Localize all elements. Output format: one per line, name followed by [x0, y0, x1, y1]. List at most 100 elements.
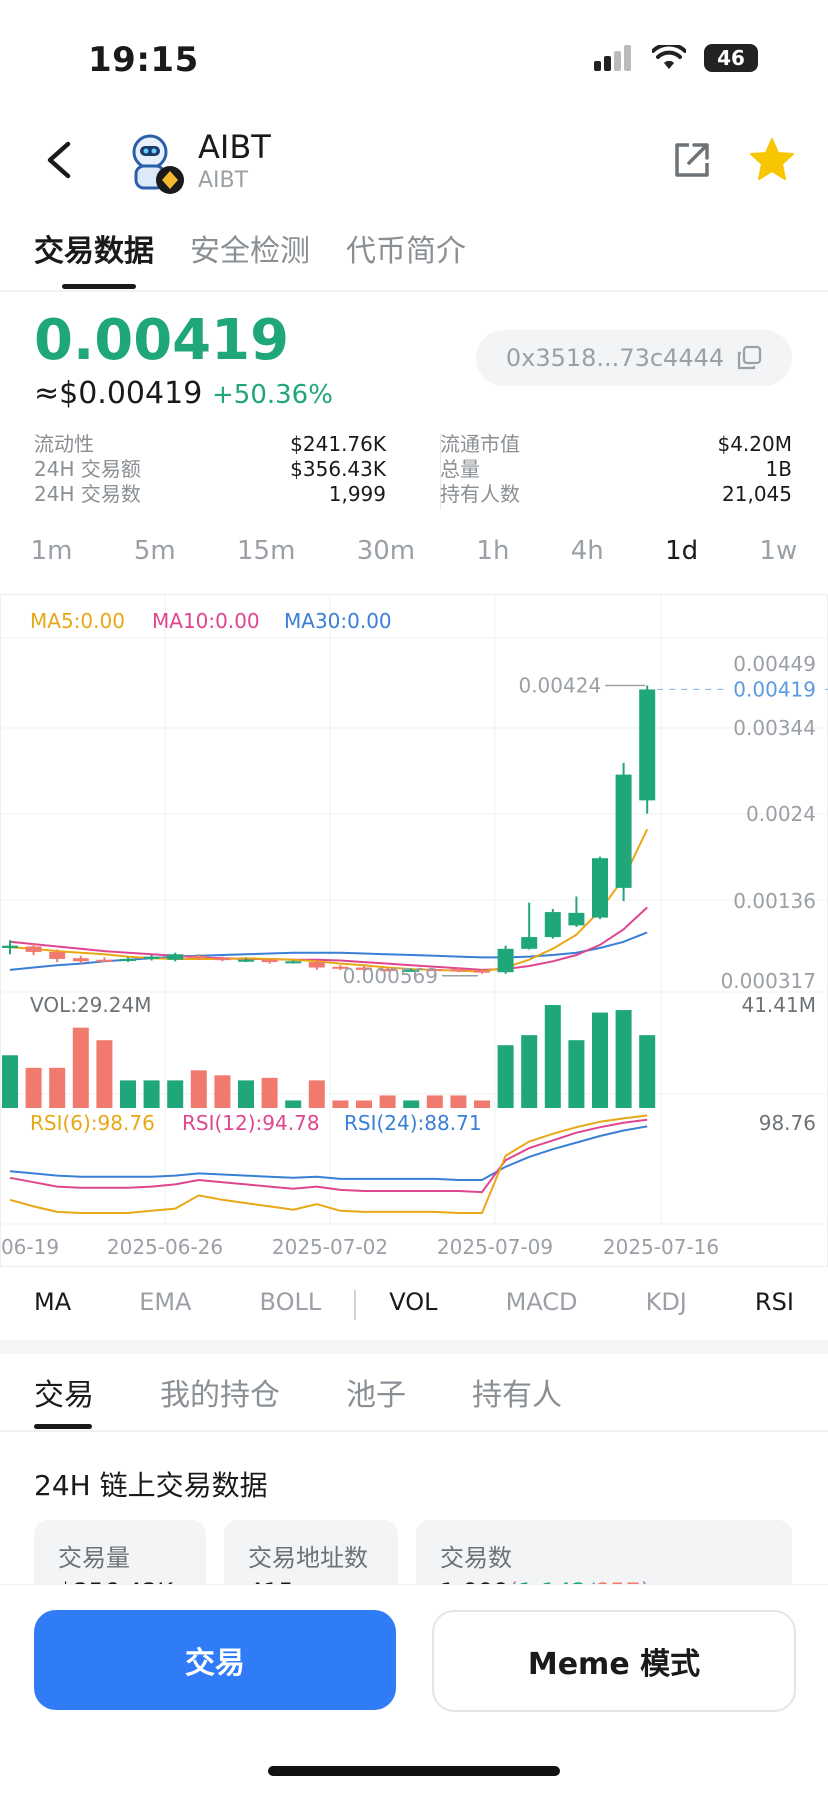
- candle-body: [120, 958, 136, 961]
- candle-body: [285, 961, 302, 964]
- price-usd: ≈$0.00419: [34, 376, 203, 411]
- price-change: +50.36%: [212, 380, 333, 410]
- section-spacer: [0, 1340, 828, 1354]
- tab-security-check[interactable]: 安全检测: [190, 226, 310, 270]
- divider: [0, 1430, 828, 1432]
- interval-1m[interactable]: 1m: [31, 536, 73, 566]
- stat-row: 流通市值 $4.20M: [440, 432, 792, 457]
- x-tick-label: 2025-07-09: [437, 1235, 553, 1259]
- tab-token-intro[interactable]: 代币简介: [346, 226, 466, 270]
- chart-frame: [0, 594, 828, 1267]
- token-name: AIBT: [198, 128, 271, 166]
- copy-icon[interactable]: [736, 345, 762, 371]
- candle-body: [308, 962, 325, 968]
- volume-bar: [96, 1040, 113, 1108]
- indicator-vol[interactable]: VOL: [389, 1288, 437, 1316]
- stat-row: 持有人数 21,045: [440, 482, 792, 507]
- token-symbol: AIBT: [198, 168, 249, 193]
- indicator-boll[interactable]: BOLL: [260, 1288, 322, 1316]
- stat-row: 24H 交易额 $356.43K: [34, 457, 386, 482]
- candle-body: [143, 956, 160, 959]
- favorite-star-icon[interactable]: [748, 136, 796, 184]
- stat-value: 1,999: [328, 482, 386, 506]
- stat-label: 流动性: [34, 432, 94, 456]
- volume-bar: [403, 1100, 420, 1108]
- interval-15m[interactable]: 15m: [237, 536, 295, 566]
- stat-value: 1B: [765, 457, 792, 481]
- price-axis-label: 0.00136: [733, 889, 816, 913]
- interval-1d[interactable]: 1d: [665, 536, 698, 566]
- interval-5m[interactable]: 5m: [134, 536, 176, 566]
- kline-chart[interactable]: MA5:0.00 MA10:0.00 MA30:0.00 0.00449 0.00344…: [0, 594, 828, 1268]
- card-label: 交易地址数: [248, 1544, 368, 1572]
- section-title: 24H 链上交易数据: [34, 1469, 268, 1502]
- volume-bar: [568, 1040, 585, 1108]
- ma-legend-item: MA10:0.00: [152, 609, 260, 633]
- volume-bar: [261, 1077, 278, 1108]
- bottom-tab-bar: 交易 我的持仓 池子 持有人: [34, 1370, 562, 1414]
- volume-bar: [592, 1012, 608, 1108]
- candle-body: [521, 937, 538, 949]
- ma-legend-item: MA5:0.00: [30, 609, 125, 633]
- vol-axis-max: 41.41M: [741, 993, 816, 1017]
- volume-bar: [308, 1080, 325, 1108]
- interval-selector: 1m 5m 15m 30m 1h 4h 1d 1w: [0, 536, 828, 566]
- indicator-bar: MA EMA BOLL VOL MACD KDJ RSI: [0, 1288, 828, 1316]
- stats-right: 流通市值 $4.20M 总量 1B 持有人数 21,045: [440, 432, 792, 507]
- stat-row: 24H 交易数 1,999: [34, 482, 386, 507]
- candle-body: [474, 970, 490, 973]
- x-tick-label: 06-19: [1, 1235, 59, 1259]
- volume-bar: [521, 1035, 538, 1108]
- price-axis-label: 0.00449: [733, 652, 816, 676]
- top-tab-bar: 交易数据 安全检测 代币简介: [34, 226, 466, 270]
- volume-bar: [2, 1055, 18, 1108]
- indicator-separator: [354, 1290, 356, 1320]
- price-value: 0.00419: [34, 308, 290, 373]
- tab-my-holdings[interactable]: 我的持仓: [160, 1370, 280, 1414]
- indicator-ema[interactable]: EMA: [139, 1288, 191, 1316]
- candle-body: [615, 774, 632, 888]
- card-label: 交易量: [58, 1544, 130, 1572]
- interval-4h[interactable]: 4h: [571, 536, 604, 566]
- indicator-ma[interactable]: MA: [34, 1288, 71, 1316]
- stat-value: $4.20M: [717, 432, 792, 456]
- card-label: 交易数: [440, 1544, 512, 1572]
- share-icon[interactable]: [672, 140, 712, 180]
- back-icon[interactable]: [40, 138, 80, 182]
- candle-body: [96, 959, 113, 962]
- meme-mode-button[interactable]: Meme 模式: [432, 1610, 796, 1712]
- stat-value: $356.43K: [290, 457, 386, 481]
- stat-row: 总量 1B: [440, 457, 792, 482]
- candle-body: [497, 948, 514, 973]
- candle-body: [214, 958, 231, 961]
- indicator-rsi[interactable]: RSI: [755, 1288, 794, 1316]
- volume-bar: [639, 1035, 656, 1108]
- indicator-kdj[interactable]: KDJ: [646, 1288, 687, 1316]
- tab-trade-data[interactable]: 交易数据: [34, 226, 154, 270]
- volume-bar: [214, 1075, 231, 1108]
- trade-button[interactable]: 交易: [34, 1610, 396, 1710]
- tab-trade[interactable]: 交易: [34, 1370, 94, 1414]
- volume-bar: [285, 1100, 302, 1108]
- candle-body: [544, 912, 561, 938]
- candle-body: [167, 954, 184, 960]
- battery-icon: 46: [704, 44, 758, 72]
- volume-bar: [474, 1100, 490, 1108]
- tab-holders[interactable]: 持有人: [472, 1370, 562, 1414]
- price-axis-label: 0.00344: [733, 716, 816, 740]
- divider: [0, 290, 828, 292]
- x-tick-label: 2025-07-16: [603, 1235, 719, 1259]
- interval-1h[interactable]: 1h: [476, 536, 509, 566]
- ma-legend-item: MA30:0.00: [284, 609, 392, 633]
- interval-1w[interactable]: 1w: [759, 536, 797, 566]
- volume-bar: [120, 1080, 136, 1108]
- volume-bar: [25, 1067, 42, 1108]
- candle-body: [25, 946, 42, 952]
- volume-bar: [49, 1067, 66, 1108]
- tab-pools[interactable]: 池子: [346, 1370, 406, 1414]
- indicator-macd[interactable]: MACD: [506, 1288, 578, 1316]
- contract-address-pill[interactable]: 0x3518...73c4444: [476, 330, 792, 386]
- interval-30m[interactable]: 30m: [357, 536, 415, 566]
- rsi-legend-item: RSI(12):94.78: [182, 1111, 320, 1135]
- volume-bar: [167, 1080, 184, 1108]
